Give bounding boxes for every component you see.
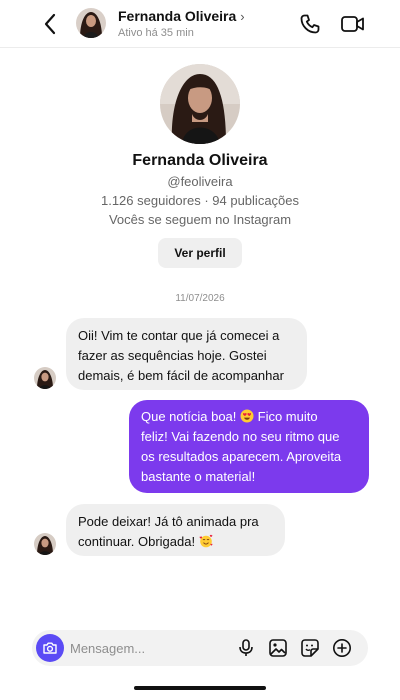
video-call-icon[interactable] — [340, 12, 366, 36]
active-status: Ativo há 35 min — [118, 27, 194, 39]
gallery-image-icon[interactable] — [268, 638, 288, 658]
message-input[interactable] — [70, 636, 230, 660]
message-line-with-emoji: continuar. Obrigada! — [78, 532, 273, 552]
smiling-hearts-emoji-icon — [199, 534, 213, 548]
phone-call-icon[interactable] — [298, 12, 322, 36]
sender-avatar[interactable] — [34, 367, 56, 389]
mutual-follow-note: Vocês se seguem no Instagram — [108, 212, 292, 227]
sticker-icon[interactable] — [300, 638, 320, 658]
camera-button[interactable] — [36, 634, 64, 662]
camera-icon — [43, 642, 57, 654]
chevron-right-icon: › — [240, 8, 245, 24]
message-line: os resultados aparecem. Aproveita — [141, 449, 342, 464]
header-contact-name[interactable]: Fernanda Oliveira › — [118, 8, 245, 24]
message-line: Pode deixar! Já tô animada pra — [78, 514, 259, 529]
conversation-date: 11/07/2026 — [175, 293, 225, 304]
message-line: bastante o material! — [141, 469, 256, 484]
view-profile-button[interactable]: Ver perfil — [158, 238, 242, 268]
header-avatar[interactable] — [76, 8, 106, 38]
message-bubble-incoming[interactable]: Pode deixar! Já tô animada pra continuar… — [66, 504, 285, 556]
message-line: demais, é bem fácil de acompanhar — [78, 368, 284, 383]
message-line-with-emoji: Que notícia boa! Fico muito — [141, 407, 357, 427]
profile-name: Fernanda Oliveira — [132, 152, 268, 169]
back-arrow-icon[interactable] — [40, 12, 60, 36]
message-composer — [32, 630, 368, 666]
chat-header: Fernanda Oliveira › Ativo há 35 min — [0, 0, 400, 48]
sender-avatar[interactable] — [34, 533, 56, 555]
message-bubble-incoming[interactable]: Oii! Vim te contar que já comecei a faze… — [66, 318, 307, 390]
message-line: fazer as sequências hoje. Gostei — [78, 348, 267, 363]
message-text: continuar. Obrigada! — [78, 534, 199, 549]
profile-avatar[interactable] — [160, 64, 240, 144]
profile-username: @feoliveira — [167, 174, 233, 189]
microphone-icon[interactable] — [236, 638, 256, 658]
message-text: Fico muito — [254, 409, 318, 424]
profile-stats: 1.126 seguidores · 94 publicações — [100, 193, 300, 208]
message-line: feliz! Vai fazendo no seu ritmo que — [141, 429, 340, 444]
message-text: Que notícia boa! — [141, 409, 241, 424]
add-plus-icon[interactable] — [332, 638, 352, 658]
home-indicator — [134, 686, 266, 690]
message-bubble-outgoing[interactable]: Que notícia boa! Fico muito feliz! Vai f… — [129, 400, 369, 493]
heart-eyes-emoji-icon — [240, 409, 254, 423]
header-name-text: Fernanda Oliveira — [118, 8, 237, 24]
message-line: Oii! Vim te contar que já comecei a — [78, 328, 280, 343]
